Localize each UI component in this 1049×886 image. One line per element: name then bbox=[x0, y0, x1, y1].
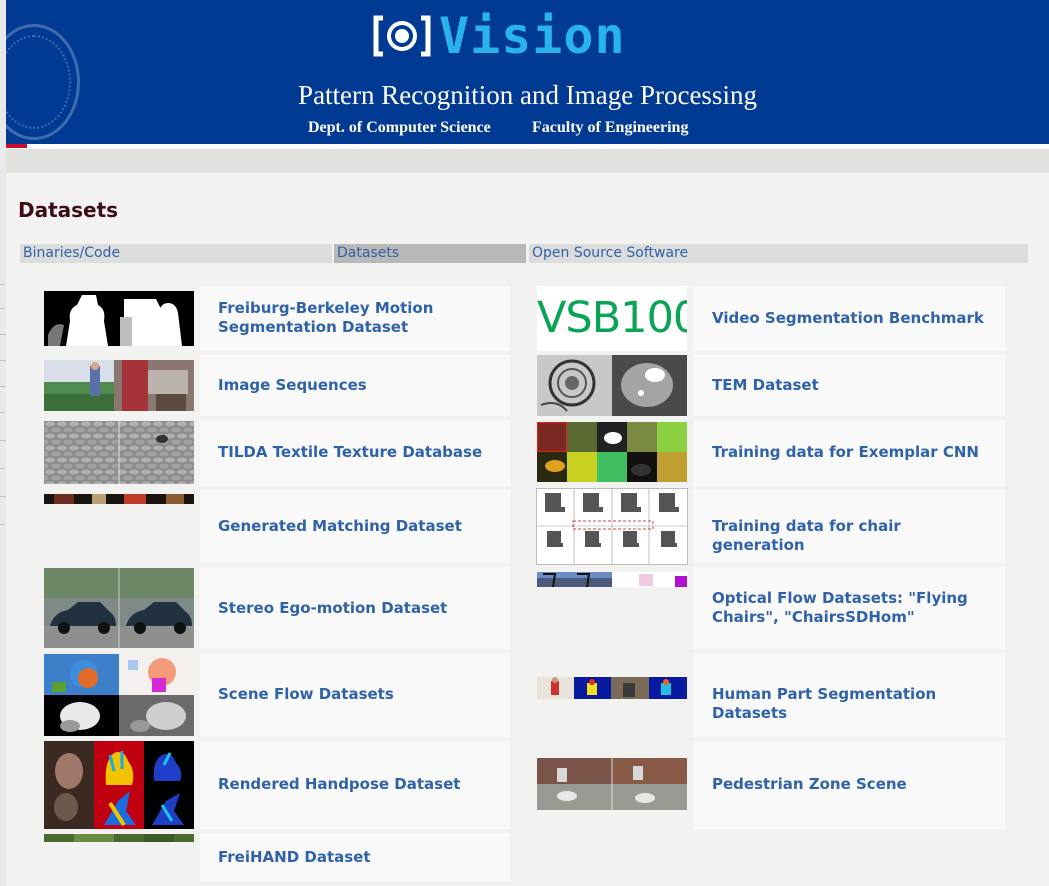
tab-datasets[interactable]: Datasets bbox=[334, 244, 526, 263]
camera-bracket-icon bbox=[371, 10, 433, 62]
matching-dataset-thumbnail[interactable] bbox=[44, 494, 194, 504]
tab-open-source-software[interactable]: Open Source Software bbox=[529, 244, 1028, 263]
page-title: Datasets bbox=[18, 198, 119, 222]
pedestrian-zone-thumbnail[interactable] bbox=[537, 758, 687, 810]
dataset-link-tem[interactable]: TEM Dataset bbox=[712, 376, 997, 395]
tab-binaries-code[interactable]: Binaries/Code bbox=[20, 244, 332, 263]
dataset-link-rendered-handpose[interactable]: Rendered Handpose Dataset bbox=[218, 775, 503, 794]
stereo-car-thumbnail[interactable] bbox=[44, 568, 194, 648]
nav-band bbox=[6, 149, 1049, 173]
dataset-link-freihand[interactable]: FreiHAND Dataset bbox=[218, 848, 503, 867]
human-parts-thumbnail[interactable] bbox=[537, 677, 687, 699]
dept-link[interactable]: Dept. of Computer Science bbox=[308, 119, 491, 137]
dataset-link-scene-flow[interactable]: Scene Flow Datasets bbox=[218, 685, 503, 704]
tem-thumbnail[interactable] bbox=[537, 355, 687, 416]
faculty-link[interactable]: Faculty of Engineering bbox=[532, 119, 688, 137]
accent-bar bbox=[6, 144, 27, 148]
vsb100-logo-text: VSB100 bbox=[537, 293, 687, 343]
dataset-link-optical-flow[interactable]: Optical Flow Datasets: "Flying Chairs", … bbox=[712, 589, 997, 627]
dataset-link-tilda[interactable]: TILDA Textile Texture Database bbox=[218, 443, 503, 462]
scene-flow-thumbnail[interactable] bbox=[44, 654, 194, 736]
logo-text: Vision bbox=[439, 7, 626, 65]
dataset-link-pedestrian-zone[interactable]: Pedestrian Zone Scene bbox=[712, 775, 997, 794]
dataset-link-image-sequences[interactable]: Image Sequences bbox=[218, 376, 503, 395]
site-header: Vision Pattern Recognition and Image Pro… bbox=[6, 0, 1049, 144]
dataset-link-fbms[interactable]: Freiburg-Berkeley Motion Segmentation Da… bbox=[218, 299, 503, 337]
dataset-link-vsb[interactable]: Video Segmentation Benchmark bbox=[712, 309, 997, 328]
exemplar-cnn-thumbnail[interactable] bbox=[537, 422, 687, 482]
dataset-link-human-part[interactable]: Human Part Segmentation Datasets bbox=[712, 685, 997, 723]
dataset-link-chair-generation[interactable]: Training data for chair generation bbox=[712, 517, 997, 555]
freihand-thumbnail[interactable] bbox=[44, 834, 194, 842]
header-title: Pattern Recognition and Image Processing bbox=[298, 80, 757, 110]
dataset-link-stereo-ego-motion[interactable]: Stereo Ego-motion Dataset bbox=[218, 599, 503, 618]
textile-texture-thumbnail[interactable] bbox=[44, 421, 194, 484]
dataset-link-generated-matching[interactable]: Generated Matching Dataset bbox=[218, 517, 503, 536]
image-sequences-thumbnail[interactable] bbox=[44, 360, 194, 411]
motion-segmentation-thumbnail[interactable] bbox=[44, 291, 194, 346]
flying-chairs-thumbnail[interactable] bbox=[537, 572, 687, 587]
vision-logo[interactable]: Vision bbox=[371, 8, 626, 64]
chairs-thumbnail[interactable] bbox=[536, 488, 688, 565]
vsb100-logo[interactable]: VSB100 bbox=[537, 286, 687, 351]
dataset-link-exemplar-cnn[interactable]: Training data for Exemplar CNN bbox=[712, 443, 997, 462]
handpose-thumbnail[interactable] bbox=[44, 741, 194, 829]
